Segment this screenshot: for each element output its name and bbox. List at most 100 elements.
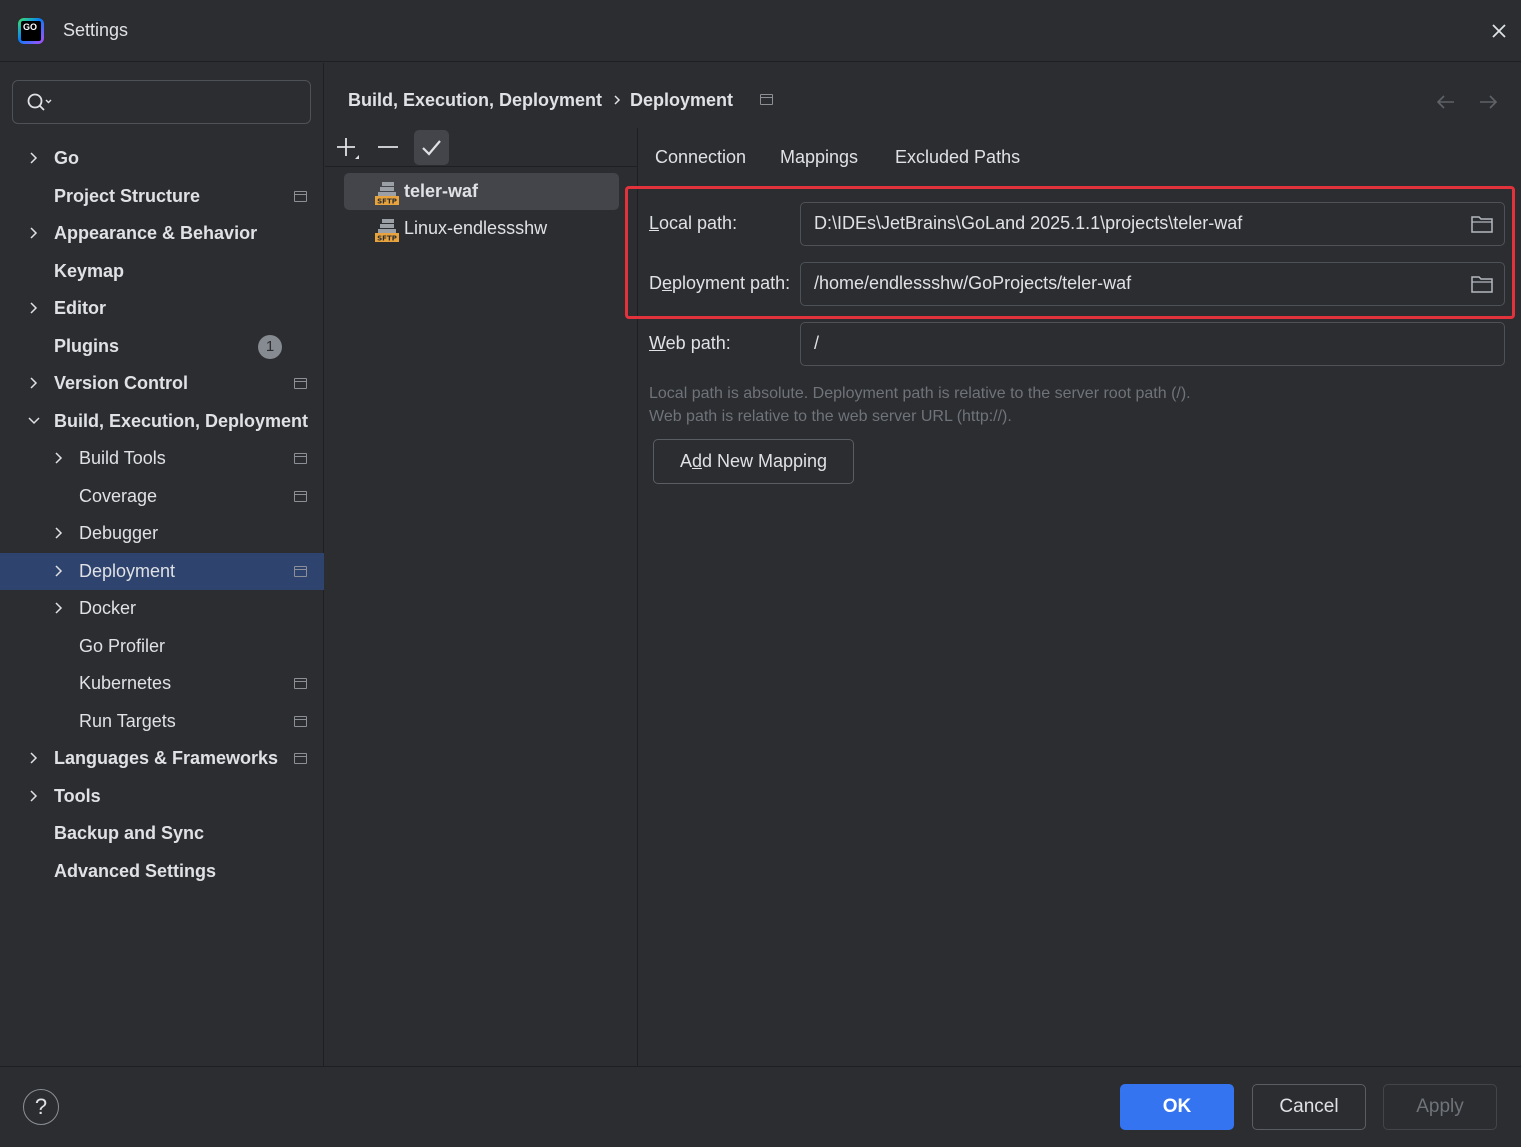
ok-button[interactable]: OK — [1120, 1084, 1234, 1130]
sidebar-item[interactable]: Build Tools — [0, 440, 324, 477]
remove-server-icon[interactable] — [376, 135, 400, 159]
sidebar-item-label: Kubernetes — [79, 673, 172, 693]
sidebar-item[interactable]: Plugins 1 — [0, 328, 324, 365]
sidebar-item[interactable]: Go — [0, 140, 324, 177]
tab-excluded-paths[interactable]: Excluded Paths — [895, 147, 1020, 168]
sidebar-item-label: Editor — [54, 298, 106, 318]
project-scope-icon — [294, 678, 307, 689]
sidebar-item[interactable]: Build, Execution, Deployment — [0, 403, 324, 440]
svg-text:SFTP: SFTP — [377, 235, 397, 243]
hint-text-line1: Local path is absolute. Deployment path … — [649, 385, 1191, 402]
sidebar-item[interactable]: Tools — [0, 778, 324, 815]
server-list-item[interactable]: SFTP teler-waf — [344, 173, 619, 210]
back-arrow-icon[interactable] — [1434, 92, 1458, 112]
sidebar-item-label: Coverage — [79, 485, 158, 506]
chevron-right-icon[interactable] — [27, 374, 41, 392]
updates-badge: 1 — [258, 334, 282, 359]
sidebar-item[interactable]: Docker — [0, 590, 324, 627]
chevron-right-icon[interactable] — [52, 524, 66, 542]
search-input[interactable] — [12, 80, 311, 124]
chevron-right-icon[interactable] — [27, 787, 41, 805]
close-icon[interactable] — [1486, 18, 1512, 44]
breadcrumb-current: Deployment — [630, 90, 734, 110]
sidebar-item-label: Run Targets — [79, 710, 176, 731]
chevron-right-icon[interactable] — [27, 224, 41, 242]
breadcrumb-chevron-icon — [614, 95, 621, 105]
sidebar-item-label: Tools — [54, 785, 101, 806]
sidebar-item-label: Languages & Frameworks — [54, 748, 279, 768]
web-path-field[interactable]: / — [800, 322, 1505, 366]
tab-connection[interactable]: Connection — [655, 147, 746, 168]
chevron-right-icon[interactable] — [27, 749, 41, 767]
chevron-right-icon[interactable] — [27, 299, 41, 317]
sidebar-item-label: Build, Execution, Deployment — [54, 410, 309, 431]
sidebar-item-label: Advanced Settings — [54, 860, 217, 881]
sidebar-item-label: Project Structure — [54, 185, 201, 206]
project-scope-icon — [294, 190, 307, 202]
chevron-right-icon[interactable] — [27, 149, 41, 167]
sidebar-item-label: Go — [54, 148, 79, 168]
sftp-server-icon: SFTP — [375, 219, 399, 243]
sidebar-item-label: Build Tools — [79, 448, 166, 468]
server-list-panel — [325, 128, 638, 1066]
sidebar-item[interactable]: Languages & Frameworks — [0, 740, 324, 777]
window-title: Settings — [63, 20, 129, 40]
sidebar-item[interactable]: Coverage — [0, 478, 324, 515]
project-scope-icon — [294, 715, 307, 727]
project-scope-icon — [294, 453, 307, 464]
chevron-right-icon[interactable] — [52, 599, 66, 617]
sidebar-item-label: Version Control — [54, 373, 189, 393]
sidebar-item[interactable]: Version Control — [0, 365, 324, 402]
project-scope-icon — [294, 490, 307, 502]
sidebar-item-label: Go Profiler — [79, 635, 166, 656]
sidebar-item-label: Debugger — [79, 523, 159, 543]
sidebar-item-label: Docker — [79, 598, 137, 618]
search-icon — [27, 93, 52, 111]
title-bar — [0, 0, 1521, 62]
tab-mappings[interactable]: Mappings — [780, 147, 858, 168]
svg-text:SFTP: SFTP — [377, 198, 397, 206]
sidebar-item-label: Plugins — [54, 335, 120, 356]
sidebar-item[interactable]: Keymap — [0, 253, 324, 290]
server-name: Linux-endlessshw — [404, 218, 548, 238]
server-list-item[interactable]: SFTP Linux-endlessshw — [344, 210, 619, 247]
sidebar-item-label: Appearance & Behavior — [54, 223, 258, 243]
apply-button[interactable]: Apply — [1383, 1084, 1497, 1130]
cancel-button[interactable]: Cancel — [1252, 1084, 1366, 1130]
add-server-icon[interactable] — [334, 135, 362, 163]
sidebar-item-label: Keymap — [54, 260, 125, 281]
sidebar-item[interactable]: Editor — [0, 290, 324, 327]
project-scope-icon — [294, 378, 307, 389]
breadcrumb-parent[interactable]: Build, Execution, Deployment — [348, 90, 602, 111]
sidebar-item[interactable]: Go Profiler — [0, 628, 324, 665]
sftp-server-icon: SFTP — [375, 182, 399, 206]
sidebar-item[interactable]: Advanced Settings — [0, 853, 324, 890]
server-name: teler-waf — [404, 181, 479, 201]
logo-text: GO — [21, 21, 41, 41]
project-scope-icon — [760, 94, 773, 105]
highlight-annotation-box — [625, 186, 1515, 319]
sidebar-item[interactable]: Deployment — [0, 552, 324, 590]
forward-arrow-icon[interactable] — [1476, 92, 1500, 112]
toolbar-divider — [325, 166, 637, 167]
sidebar-item[interactable]: Project Structure — [0, 178, 324, 215]
help-button[interactable]: ? — [23, 1089, 59, 1125]
chevron-right-icon[interactable] — [52, 449, 66, 467]
add-new-mapping-button[interactable]: Add New Mapping — [653, 439, 854, 484]
sidebar-item[interactable]: Run Targets — [0, 703, 324, 740]
project-scope-icon — [294, 565, 307, 577]
web-path-value[interactable]: / — [814, 333, 819, 354]
sidebar-item[interactable]: Backup and Sync — [0, 815, 324, 852]
chevron-down-icon[interactable] — [27, 412, 41, 430]
sidebar-item-label: Backup and Sync — [54, 823, 205, 843]
project-scope-icon — [294, 753, 307, 764]
use-as-default-button[interactable] — [414, 130, 449, 165]
web-path-label: Web path: — [649, 333, 731, 353]
checkmark-icon — [422, 140, 441, 156]
sidebar-item[interactable]: Debugger — [0, 515, 324, 552]
sidebar-item-label: Deployment — [79, 560, 176, 581]
goland-logo-icon: GO — [18, 18, 44, 44]
sidebar-item[interactable]: Appearance & Behavior — [0, 215, 324, 252]
chevron-right-icon[interactable] — [52, 562, 66, 580]
sidebar-item[interactable]: Kubernetes — [0, 665, 324, 702]
